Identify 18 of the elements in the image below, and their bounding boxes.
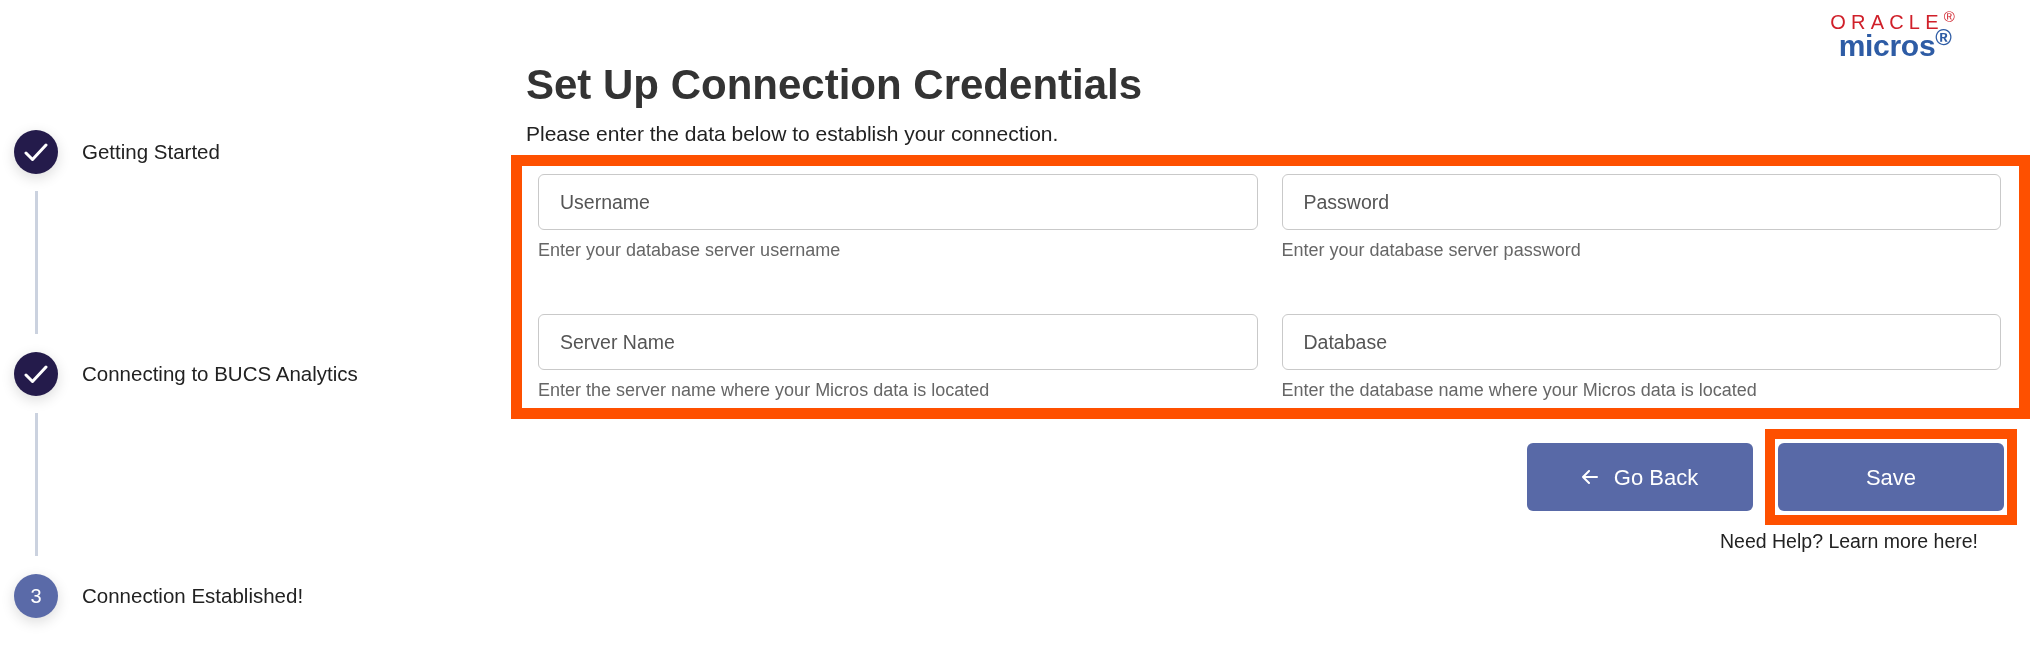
field-hint: Enter your database server password (1281, 239, 1581, 261)
field-hint: Enter the server name where your Micros data is located (538, 379, 990, 401)
help-link[interactable]: Need Help? Learn more here! (1720, 530, 1978, 553)
field-hint: Enter the database name where your Micros data is located (1281, 379, 1757, 401)
step-label: Connecting to BUCS Analytics (82, 360, 358, 387)
save-button[interactable]: Save (1778, 443, 2004, 511)
instruction-text: Please enter the data below to establish your connection. (526, 121, 1059, 146)
back-button[interactable]: Go Back (1527, 443, 1753, 511)
page-title: Set Up Connection Credentials (526, 60, 1143, 110)
step-label: Getting Started (82, 138, 220, 165)
arrow-left-icon (1581, 470, 1598, 484)
input-field[interactable]: Username (538, 174, 1258, 230)
input-field[interactable]: Database (1281, 314, 2001, 370)
input-field[interactable]: Password (1281, 174, 2001, 230)
step-number: 3 (14, 574, 58, 618)
step-label: Connection Established! (82, 582, 304, 609)
input-field[interactable]: Server Name (538, 314, 1258, 370)
field-hint: Enter your database server username (538, 239, 841, 261)
